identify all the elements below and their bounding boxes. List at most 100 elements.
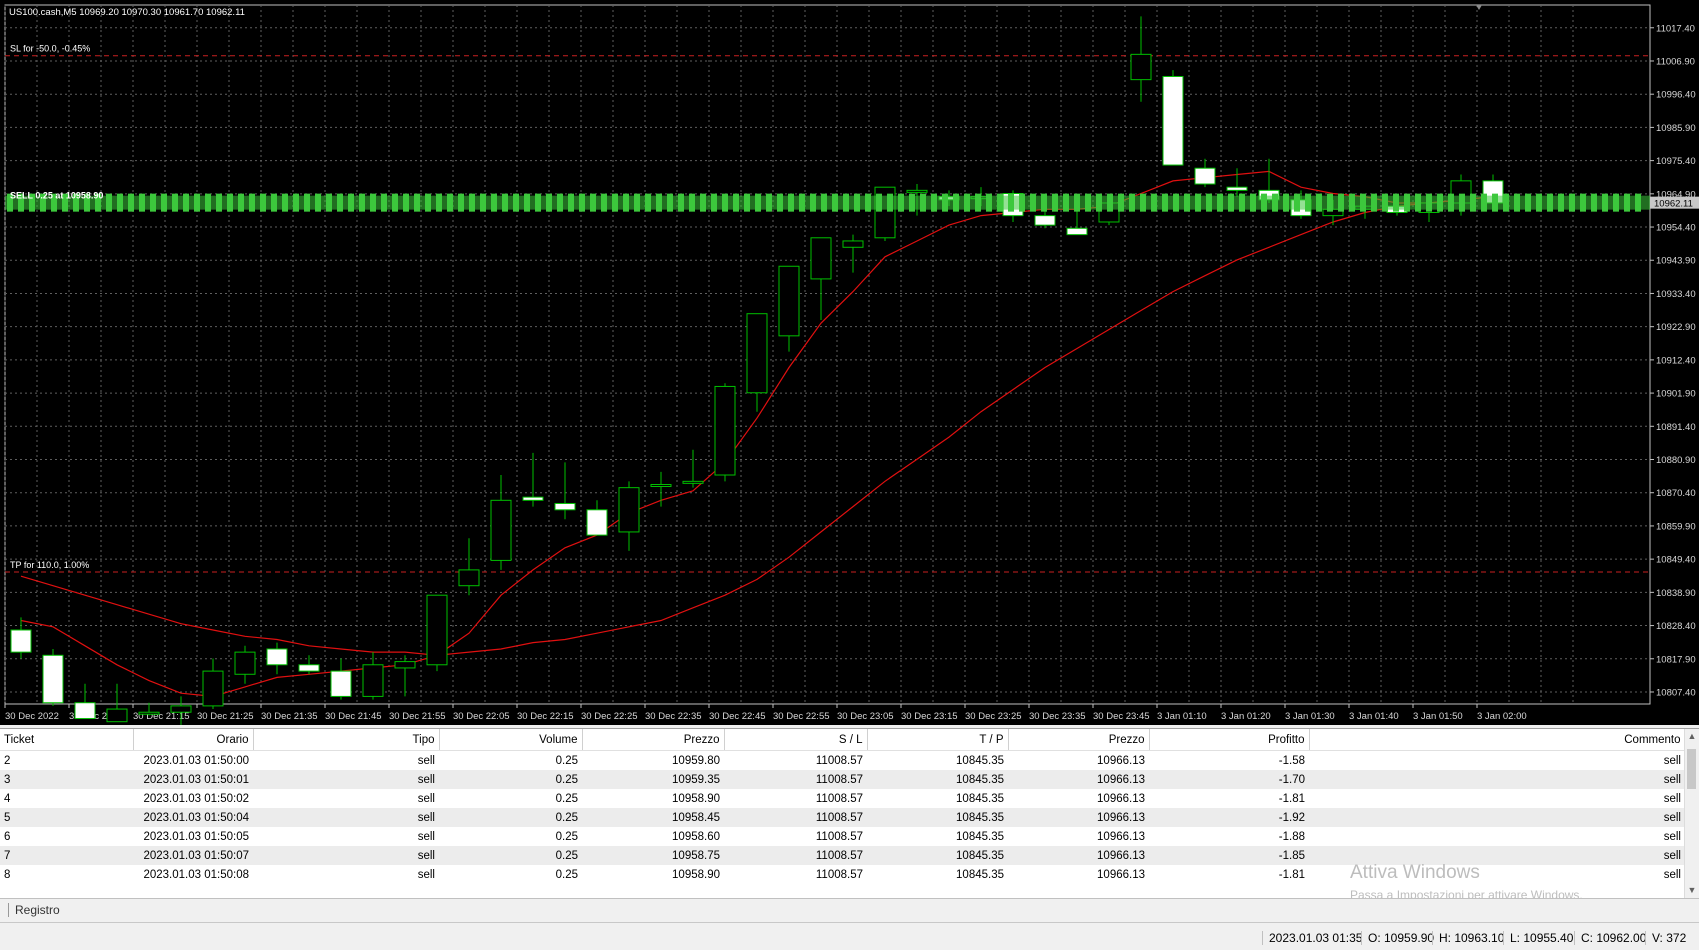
cell-current-price: 10966.13 bbox=[1097, 792, 1145, 805]
cell-ticket: 7 bbox=[0, 846, 133, 865]
open-order-marker bbox=[1063, 193, 1069, 212]
col-header-time[interactable]: Orario bbox=[133, 729, 254, 751]
cell-ticket: 4 bbox=[4, 792, 11, 805]
open-order-marker bbox=[1404, 193, 1410, 212]
cell-volume: 0.25 bbox=[555, 792, 578, 805]
cell-comment: sell bbox=[1309, 808, 1685, 827]
open-order-marker bbox=[1074, 193, 1080, 212]
col-header-profit[interactable]: Profitto bbox=[1149, 729, 1310, 751]
open-order-marker bbox=[1151, 193, 1157, 212]
col-header-volume[interactable]: Volume bbox=[439, 729, 583, 751]
vertical-scrollbar[interactable]: ▲ ▼ bbox=[1684, 729, 1699, 899]
price-axis-label: 10891.40 bbox=[1656, 422, 1696, 433]
candle-body bbox=[266, 648, 288, 666]
candle-body bbox=[618, 487, 640, 533]
status-open: O: 10959.90 bbox=[1361, 931, 1434, 945]
open-order-marker bbox=[1250, 193, 1256, 212]
open-order-marker bbox=[194, 193, 200, 212]
cell-price: 10958.45 bbox=[582, 808, 724, 827]
col-header-current-price[interactable]: Prezzo bbox=[1008, 729, 1150, 751]
cell-time: 2023.01.03 01:50:00 bbox=[143, 754, 249, 767]
open-order-marker bbox=[1591, 193, 1597, 212]
table-row[interactable]: 4 2023.01.03 01:50:02 sell 0.25 10958.90 1100… bbox=[0, 789, 1685, 808]
cell-time: 2023.01.03 01:50:01 bbox=[133, 770, 253, 789]
open-order-marker bbox=[139, 193, 145, 212]
open-order-marker bbox=[513, 193, 519, 212]
open-order-marker bbox=[271, 193, 277, 212]
open-order-marker bbox=[172, 193, 178, 212]
col-header-ticket[interactable]: Ticket bbox=[0, 729, 134, 751]
price-axis-label: 10838.90 bbox=[1656, 588, 1696, 599]
tab-journal[interactable]: Registro bbox=[8, 903, 60, 917]
col-header-price[interactable]: Prezzo bbox=[582, 729, 725, 751]
open-order-marker bbox=[1635, 193, 1641, 212]
open-order-marker bbox=[359, 193, 365, 212]
time-axis-label: 30 Dec 23:15 bbox=[901, 711, 958, 722]
scroll-up-icon[interactable]: ▲ bbox=[1687, 731, 1697, 741]
cell-current-price: 10966.13 bbox=[1097, 754, 1145, 767]
table-row[interactable]: 2 2023.01.03 01:50:00 sell 0.25 10959.80 1100… bbox=[0, 751, 1685, 771]
time-axis-label: 3 Jan 02:00 bbox=[1477, 711, 1527, 722]
open-order-marker bbox=[1184, 193, 1190, 212]
open-order-marker bbox=[414, 193, 420, 212]
open-order-marker bbox=[1393, 193, 1399, 212]
open-order-marker bbox=[502, 193, 508, 212]
open-order-marker bbox=[942, 193, 948, 212]
activation-watermark: Attiva Windows Passa a Impostazioni per … bbox=[1350, 862, 1583, 902]
open-order-marker bbox=[161, 193, 167, 212]
order-label: SELL 0.25 at 10958.90 bbox=[10, 191, 103, 201]
candlestick-chart[interactable]: 11017.40 11006.90 10996.40 10985.90 10975.40… bbox=[0, 0, 1699, 725]
candle-body bbox=[554, 502, 576, 511]
open-order-marker bbox=[1085, 193, 1091, 212]
open-order-marker bbox=[128, 193, 134, 212]
time-axis-label: 30 Dec 2022 bbox=[5, 711, 59, 722]
candle-body bbox=[746, 313, 768, 394]
status-low: L: 10955.40 bbox=[1503, 931, 1573, 945]
col-header-sl[interactable]: S / L bbox=[724, 729, 868, 751]
scroll-thumb[interactable] bbox=[1687, 749, 1696, 789]
time-axis-label: 30 Dec 22:55 bbox=[773, 711, 830, 722]
cell-time: 2023.01.03 01:50:05 bbox=[143, 830, 249, 843]
time-axis-label: 30 Dec 22:45 bbox=[709, 711, 766, 722]
stop-loss-label: SL for -50.0, -0.45% bbox=[10, 44, 90, 54]
cell-tp: 10845.35 bbox=[956, 868, 1004, 881]
col-header-type[interactable]: Tipo bbox=[253, 729, 440, 751]
cell-type: sell bbox=[253, 846, 439, 865]
col-header-tp[interactable]: T / P bbox=[867, 729, 1009, 751]
table-row[interactable]: 3 2023.01.03 01:50:01 sell 0.25 10959.35 1100… bbox=[0, 770, 1685, 789]
open-order-marker bbox=[1459, 193, 1465, 212]
open-order-marker bbox=[1382, 193, 1388, 212]
candle-body bbox=[138, 711, 160, 715]
cell-ticket: 5 bbox=[0, 808, 133, 827]
time-axis-label: 3 Jan 01:50 bbox=[1413, 711, 1463, 722]
table-row[interactable]: 5 2023.01.03 01:50:04 sell 0.25 10958.45 1100… bbox=[0, 808, 1685, 827]
open-order-marker bbox=[205, 193, 211, 212]
col-header-comment[interactable]: Commento bbox=[1309, 729, 1686, 751]
open-order-marker bbox=[546, 193, 552, 212]
candle-body bbox=[426, 594, 448, 666]
candle-body bbox=[394, 661, 416, 669]
cell-volume: 0.25 bbox=[439, 846, 582, 865]
open-order-marker bbox=[392, 193, 398, 212]
open-order-marker bbox=[1448, 193, 1454, 212]
open-order-marker bbox=[1580, 193, 1586, 212]
time-axis-label: 30 Dec 21:45 bbox=[325, 711, 382, 722]
open-order-marker bbox=[722, 193, 728, 212]
open-order-marker bbox=[953, 193, 959, 212]
cell-current-price: 10966.13 bbox=[1097, 868, 1145, 881]
cell-ticket: 2 bbox=[4, 754, 11, 767]
table-row[interactable]: 6 2023.01.03 01:50:05 sell 0.25 10958.60 1100… bbox=[0, 827, 1685, 846]
cell-type: sell bbox=[417, 792, 435, 805]
open-order-marker bbox=[1569, 193, 1575, 212]
open-order-marker bbox=[1261, 193, 1267, 212]
price-chart[interactable]: 11017.40 11006.90 10996.40 10985.90 10975.40… bbox=[0, 0, 1699, 725]
open-order-marker bbox=[260, 193, 266, 212]
open-order-marker bbox=[733, 193, 739, 212]
candle-body bbox=[650, 483, 672, 487]
cell-ticket: 8 bbox=[4, 868, 11, 881]
open-order-marker bbox=[304, 193, 310, 212]
open-order-marker bbox=[1228, 193, 1234, 212]
price-axis-label: 10985.90 bbox=[1656, 123, 1696, 134]
cell-profit: -1.85 bbox=[1149, 846, 1309, 865]
scroll-down-icon[interactable]: ▼ bbox=[1687, 885, 1697, 895]
